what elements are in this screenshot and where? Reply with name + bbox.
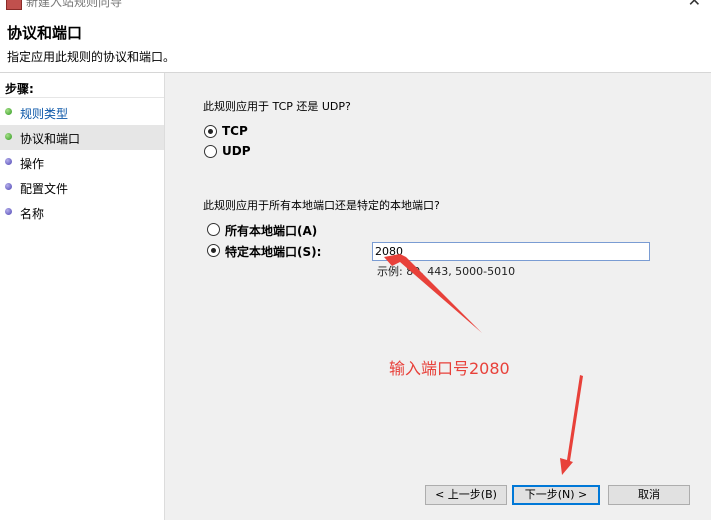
steps-sidebar: 步骤: 规则类型 协议和端口 操作 配置文件 名称	[0, 73, 165, 520]
step-label: 名称	[20, 207, 45, 221]
step-protocol-ports: 协议和端口	[0, 125, 164, 150]
step-label: 操作	[20, 157, 45, 171]
step-action: 操作	[0, 150, 164, 175]
annotation-text: 输入端口号2080	[389, 359, 510, 378]
step-name: 名称	[0, 200, 164, 225]
steps-divider	[0, 97, 164, 98]
page-subtitle: 指定应用此规则的协议和端口。	[7, 50, 176, 64]
firewall-app-icon	[6, 0, 22, 10]
window-title: 新建入站规则向导	[26, 0, 123, 9]
tcp-label[interactable]: TCP	[222, 124, 248, 138]
close-icon[interactable]: ✕	[688, 0, 701, 10]
step-label: 协议和端口	[20, 132, 81, 146]
specific-ports-radio[interactable]	[207, 244, 220, 257]
step-rule-type[interactable]: 规则类型	[0, 100, 164, 125]
next-button[interactable]: 下一步(N) >	[512, 485, 600, 505]
udp-radio[interactable]	[204, 145, 217, 158]
step-pending-icon	[5, 208, 12, 215]
step-profile: 配置文件	[0, 175, 164, 200]
udp-label[interactable]: UDP	[222, 144, 251, 158]
step-label[interactable]: 规则类型	[20, 105, 68, 122]
page-title: 协议和端口	[7, 24, 83, 42]
cancel-button[interactable]: 取消	[608, 485, 690, 505]
title-bar: 新建入站规则向导 ✕	[0, 0, 711, 12]
port-example-hint: 示例: 80, 443, 5000-5010	[377, 265, 516, 278]
tcp-radio[interactable]	[204, 125, 217, 138]
ports-question: 此规则应用于所有本地端口还是特定的本地端口?	[203, 199, 440, 212]
all-ports-radio[interactable]	[207, 223, 220, 236]
main-panel: 此规则应用于 TCP 还是 UDP? TCP UDP 此规则应用于所有本地端口还…	[165, 73, 711, 520]
specific-ports-label[interactable]: 特定本地端口(S):	[225, 243, 321, 260]
port-input[interactable]	[372, 242, 650, 261]
wizard-header: 协议和端口 指定应用此规则的协议和端口。	[0, 12, 711, 73]
steps-title: 步骤:	[5, 82, 34, 96]
step-pending-icon	[5, 183, 12, 190]
step-pending-icon	[5, 158, 12, 165]
step-current-icon	[5, 133, 12, 140]
all-ports-label[interactable]: 所有本地端口(A)	[225, 222, 317, 239]
protocol-question: 此规则应用于 TCP 还是 UDP?	[203, 100, 351, 113]
step-label: 配置文件	[20, 182, 69, 196]
step-done-icon	[5, 108, 12, 115]
back-button[interactable]: < 上一步(B)	[425, 485, 507, 505]
